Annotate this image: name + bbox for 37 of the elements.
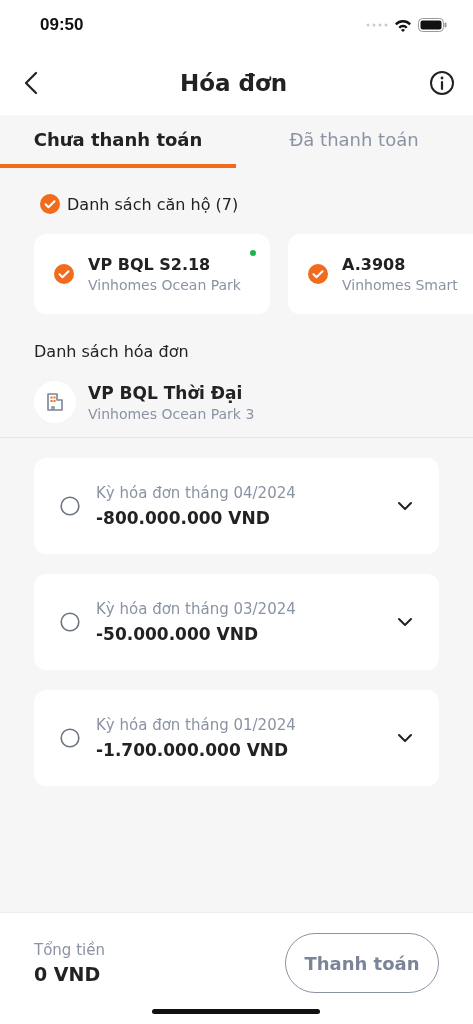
- checkbox-icon[interactable]: [40, 194, 60, 214]
- invoice-period: Kỳ hóa đơn tháng 03/2024: [96, 600, 297, 618]
- chevron-icon[interactable]: [397, 733, 413, 743]
- invoice-card[interactable]: Kỳ hóa đơn tháng 03/2024 -50.000.000 VND: [34, 574, 439, 670]
- invoice-amount: -1.700.000.000 VND: [96, 740, 290, 760]
- section-label: Danh sách hóa đơn: [33, 341, 190, 361]
- apartment-name: A.3908: [342, 255, 407, 274]
- invoice-period: Kỳ hóa đơn tháng 04/2024: [96, 484, 297, 502]
- building-icon: [34, 381, 76, 423]
- total-label: Tổng tiền: [34, 941, 105, 959]
- checkbox-icon[interactable]: [54, 264, 74, 284]
- invoice-card[interactable]: Kỳ hóa đơn tháng 01/2024 -1.700.000.000 VND: [34, 690, 439, 786]
- project-name: Vinhomes Ocean Park 3: [88, 405, 255, 422]
- invoice-card[interactable]: Kỳ hóa đơn tháng 04/2024 -800.000.000 VND: [34, 458, 439, 554]
- wifi-icon: [394, 18, 412, 32]
- checkbox-icon[interactable]: [308, 264, 328, 284]
- battery-icon: [418, 18, 447, 32]
- apartment-card[interactable]: VP BQL S2.18 Vinhomes Ocean Park: [34, 234, 270, 314]
- radio-button[interactable]: [60, 496, 80, 516]
- project-name: Vinhomes Smart: [342, 277, 458, 293]
- invoice-period: Kỳ hóa đơn tháng 01/2024: [96, 716, 297, 734]
- invoice-amount: -800.000.000 VND: [96, 508, 271, 528]
- tab[interactable]: Chưa thanh toán: [0, 115, 236, 168]
- section-label: Danh sách căn hộ (7): [67, 194, 239, 214]
- chevron-icon[interactable]: [397, 501, 413, 511]
- radio-button[interactable]: [60, 612, 80, 632]
- invoice-amount: -50.000.000 VND: [96, 624, 259, 644]
- chevron-icon[interactable]: [397, 617, 413, 627]
- apartment-card[interactable]: A.3908 Vinhomes Smart: [288, 234, 473, 314]
- total-amount: 0 VND: [34, 963, 102, 985]
- project-name: Vinhomes Ocean Park: [88, 277, 241, 293]
- apartment-name: VP BQL S2.18: [88, 255, 212, 274]
- page-title: Hóa đơn: [179, 69, 288, 96]
- radio-button[interactable]: [60, 728, 80, 748]
- building-name: VP BQL Thời Đại: [88, 382, 244, 403]
- status-time: 09:50: [40, 15, 84, 35]
- signal-icon: [366, 23, 388, 27]
